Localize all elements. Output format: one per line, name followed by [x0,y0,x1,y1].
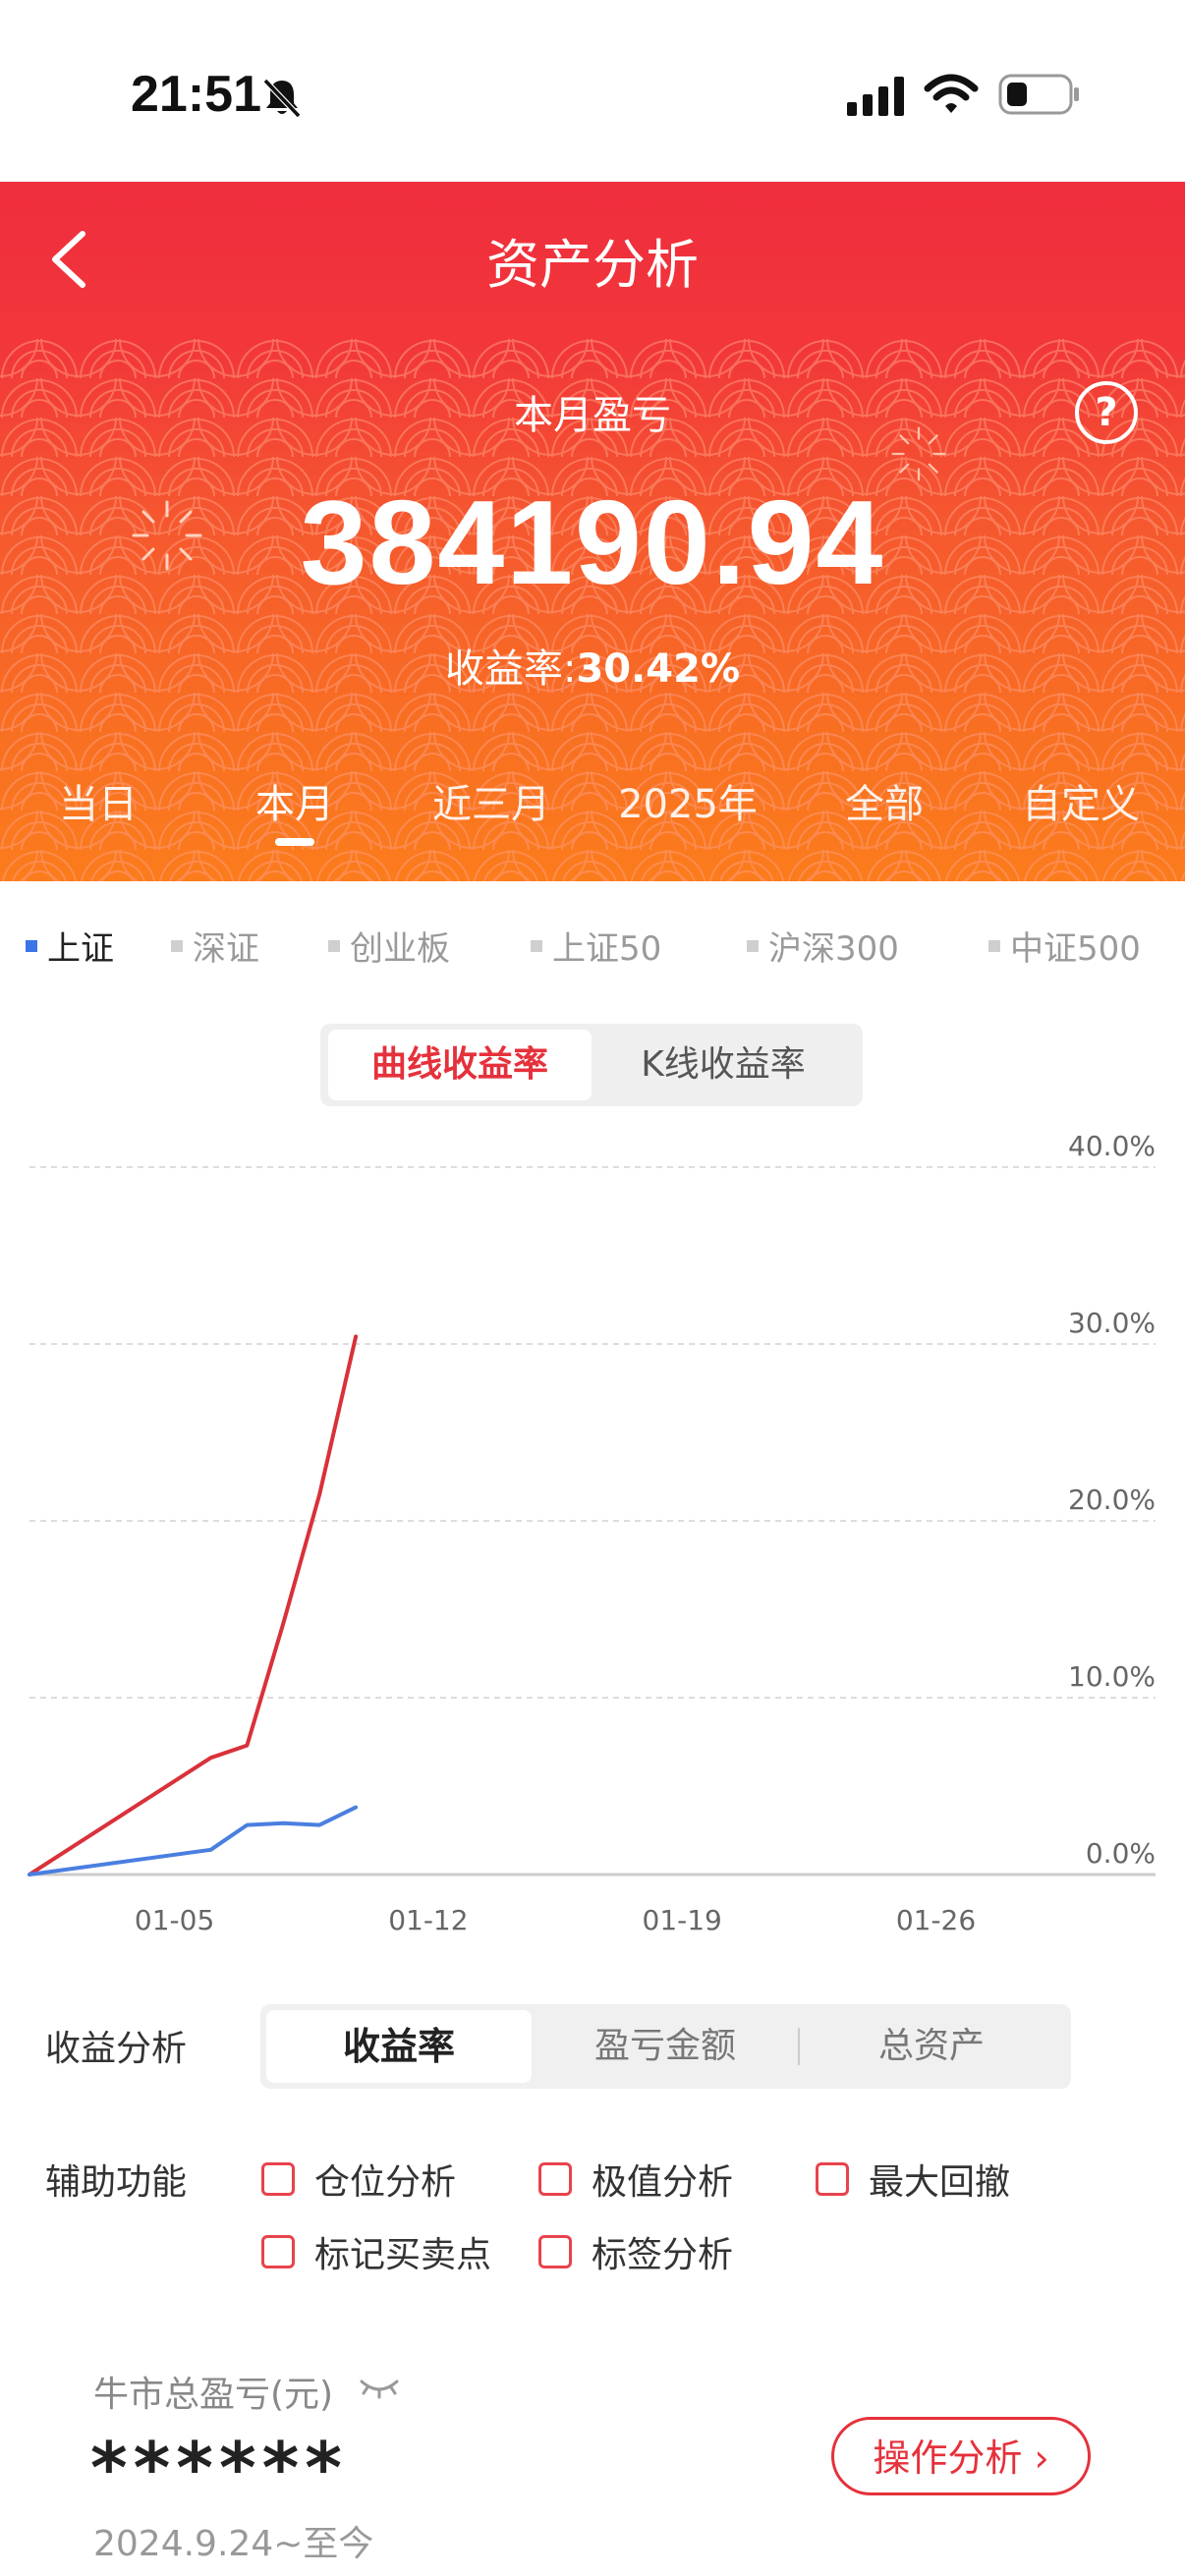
bull-pnl-value: ****** [90,2427,348,2509]
max-drawdown-checkbox[interactable]: 最大回撤 [816,2154,1010,2205]
bull-pnl-label: 牛市总盈亏(元) [93,2375,334,2415]
index-tab-csi300[interactable]: 沪深300 [747,922,899,970]
checkbox-box [261,2162,295,2196]
signal-icon [847,77,904,116]
legend-square [531,939,542,952]
tab-three-months[interactable]: 近三月 [413,772,570,829]
x-tick-label: 01-26 [896,1904,976,1935]
mark-trades-checkbox[interactable]: 标记买卖点 [261,2226,491,2277]
checkbox-box [816,2162,849,2196]
pnl-value: 384190.94 [300,476,885,609]
operation-analysis-button[interactable]: 操作分析 › [831,2417,1091,2495]
portfolio-yield-line [28,1334,359,1876]
tab-2025[interactable]: 2025年 [604,772,771,829]
index-tab-shenzhen[interactable]: 深证 [171,922,259,970]
legend-square [171,939,183,952]
legend-square [328,939,340,952]
battery-icon [998,74,1079,115]
help-icon[interactable]: ? [1075,381,1138,444]
index-tab-shanghai[interactable]: 上证 [26,922,114,970]
y-tick-label: 10.0% [1068,1660,1156,1693]
y-tick-label: 20.0% [1068,1484,1156,1516]
y-tick-label: 0.0% [1086,1837,1156,1870]
curve-yield-button[interactable]: 曲线收益率 [328,1030,592,1100]
page-title: 资产分析 [486,234,699,296]
tab-this-month[interactable]: 本月 [236,772,354,829]
legend-square [988,939,1000,952]
position-analysis-checkbox[interactable]: 仓位分析 [261,2154,456,2205]
checkbox-box [538,2235,572,2268]
yield-chart: 40.0% 30.0% 20.0% 10.0% 0.0% 01-05 01-12 01-19 0… [28,1130,1156,1935]
eye-closed-icon[interactable] [358,2376,401,2399]
pnl-amount-option[interactable]: 盈亏金额 [533,2010,798,2083]
bell-slash-icon [262,78,302,119]
status-time: 21:51 [131,66,261,123]
tab-underline [275,838,314,846]
x-tick-label: 01-19 [643,1904,722,1935]
total-assets-option[interactable]: 总资产 [799,2010,1064,2083]
index-tab-sse50[interactable]: 上证50 [531,922,661,970]
tag-analysis-checkbox[interactable]: 标签分析 [538,2226,733,2277]
yield-rate-option[interactable]: 收益率 [266,2010,532,2083]
tab-today[interactable]: 当日 [39,772,157,829]
y-tick-label: 40.0% [1068,1130,1156,1162]
analysis-label: 收益分析 [45,2029,188,2069]
yield-label: 收益率: [444,646,577,692]
x-tick-label: 01-12 [388,1904,468,1935]
kline-yield-button[interactable]: K线收益率 [592,1030,855,1100]
y-tick-label: 30.0% [1068,1307,1156,1339]
yield-rate: 收益率:30.42% [0,637,1185,694]
tab-all[interactable]: 全部 [825,772,943,829]
aux-label: 辅助功能 [45,2162,188,2203]
x-tick-label: 01-05 [135,1904,214,1935]
extreme-analysis-checkbox[interactable]: 极值分析 [538,2154,733,2205]
checkbox-box [261,2235,295,2268]
index-tab-chinext[interactable]: 创业板 [328,922,450,970]
legend-square [747,939,759,952]
pnl-label: 本月盈亏 [514,393,671,438]
wifi-icon [924,74,979,113]
index-tab-csi500[interactable]: 中证500 [988,922,1141,970]
checkbox-box [538,2162,572,2196]
legend-square [26,939,37,952]
yield-value: 30.42% [576,646,741,692]
tab-custom[interactable]: 自定义 [1002,772,1159,829]
bull-date-range: 2024.9.24~至今 [93,2524,374,2564]
